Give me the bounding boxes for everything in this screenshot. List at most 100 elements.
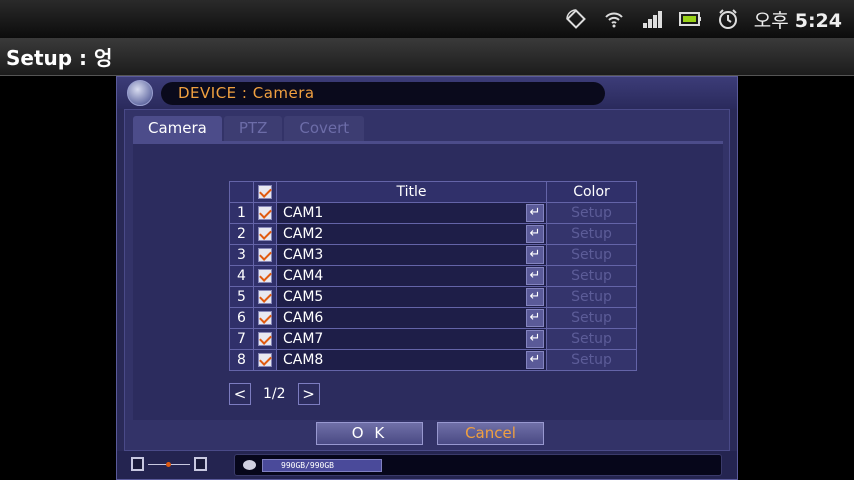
- row-checkbox[interactable]: [258, 269, 272, 283]
- select-all-checkbox[interactable]: [258, 185, 272, 199]
- network-line-icon: [148, 461, 190, 467]
- color-setup-button[interactable]: Setup: [546, 349, 637, 371]
- row-checkbox[interactable]: [258, 290, 272, 304]
- camera-title: CAM4: [283, 268, 324, 284]
- row-checkbox-cell[interactable]: [253, 202, 277, 224]
- row-checkbox[interactable]: [258, 332, 272, 346]
- table-row: 6 CAM6 ↵ Setup: [229, 307, 637, 329]
- enter-icon[interactable]: ↵: [526, 246, 544, 264]
- table-row: 7 CAM7 ↵ Setup: [229, 328, 637, 350]
- camera-title: CAM7: [283, 331, 324, 347]
- table-row: 5 CAM5 ↵ Setup: [229, 286, 637, 308]
- alarm-icon: [716, 7, 740, 31]
- row-checkbox[interactable]: [258, 227, 272, 241]
- color-setup-button[interactable]: Setup: [546, 202, 637, 224]
- row-checkbox[interactable]: [258, 353, 272, 367]
- color-setup-button[interactable]: Setup: [546, 307, 637, 329]
- enter-icon[interactable]: ↵: [526, 204, 544, 222]
- next-page-button[interactable]: >: [297, 383, 320, 405]
- tab-camera[interactable]: Camera: [133, 116, 222, 141]
- dvr-footer: 990GB/990GB: [117, 451, 737, 479]
- header-number: [229, 181, 254, 203]
- status-clock: 오후 5:24: [753, 9, 842, 32]
- hdd-icon: [243, 460, 256, 470]
- prev-page-button[interactable]: <: [229, 383, 251, 405]
- camera-title: CAM5: [283, 289, 324, 305]
- camera-title: CAM3: [283, 247, 324, 263]
- color-setup-button[interactable]: Setup: [546, 328, 637, 350]
- row-number: 6: [229, 307, 254, 329]
- table-row: 3 CAM3 ↵ Setup: [229, 244, 637, 266]
- row-checkbox-cell[interactable]: [253, 349, 277, 371]
- page-indicator: 1/2: [263, 386, 286, 402]
- camera-title-field[interactable]: CAM8 ↵: [276, 349, 547, 371]
- tab-ptz[interactable]: PTZ: [223, 116, 283, 141]
- header-title: Title: [276, 181, 547, 203]
- enter-icon[interactable]: ↵: [526, 309, 544, 327]
- tab-covert[interactable]: Covert: [284, 116, 365, 141]
- row-checkbox-cell[interactable]: [253, 223, 277, 245]
- ok-button[interactable]: O K: [316, 422, 423, 445]
- row-checkbox[interactable]: [258, 311, 272, 325]
- tab-content: Title Color 1 CAM1 ↵ Setup 2 CAM2 ↵ Setup 3 CAM3 ↵…: [133, 144, 723, 420]
- pager: < 1/2 >: [229, 383, 320, 405]
- tab-bar: Camera PTZ Covert: [133, 116, 365, 141]
- color-setup-button[interactable]: Setup: [546, 265, 637, 287]
- row-number: 2: [229, 223, 254, 245]
- row-checkbox[interactable]: [258, 248, 272, 262]
- row-checkbox[interactable]: [258, 206, 272, 220]
- row-number: 7: [229, 328, 254, 350]
- table-row: 4 CAM4 ↵ Setup: [229, 265, 637, 287]
- camera-title-field[interactable]: CAM3 ↵: [276, 244, 547, 266]
- enter-icon[interactable]: ↵: [526, 288, 544, 306]
- camera-title-field[interactable]: CAM5 ↵: [276, 286, 547, 308]
- header-select-all[interactable]: [253, 181, 277, 203]
- table-row: 2 CAM2 ↵ Setup: [229, 223, 637, 245]
- table-header-row: Title Color: [229, 181, 637, 203]
- computer-icon: [194, 457, 207, 471]
- dvr-title: DEVICE : Camera: [161, 82, 605, 105]
- globe-icon: [127, 80, 153, 106]
- camera-title-field[interactable]: CAM4 ↵: [276, 265, 547, 287]
- row-number: 1: [229, 202, 254, 224]
- enter-icon[interactable]: ↵: [526, 351, 544, 369]
- camera-title: CAM8: [283, 352, 324, 368]
- camera-table: Title Color 1 CAM1 ↵ Setup 2 CAM2 ↵ Setup 3 CAM3 ↵…: [229, 181, 637, 371]
- camera-title: CAM6: [283, 310, 324, 326]
- cancel-button[interactable]: Cancel: [437, 422, 544, 445]
- status-bar: 오후 5:24: [0, 0, 854, 38]
- row-number: 8: [229, 349, 254, 371]
- camera-title-field[interactable]: CAM6 ↵: [276, 307, 547, 329]
- network-status: [131, 457, 207, 471]
- app-title: Setup : 엉: [0, 38, 854, 76]
- row-checkbox-cell[interactable]: [253, 244, 277, 266]
- hdd-capacity-bar: 990GB/990GB: [262, 459, 382, 472]
- color-setup-button[interactable]: Setup: [546, 286, 637, 308]
- camera-title-field[interactable]: CAM2 ↵: [276, 223, 547, 245]
- table-row: 1 CAM1 ↵ Setup: [229, 202, 637, 224]
- row-number: 4: [229, 265, 254, 287]
- rotate-icon: [564, 7, 588, 31]
- enter-icon[interactable]: ↵: [526, 225, 544, 243]
- camera-title: CAM2: [283, 226, 324, 242]
- row-checkbox-cell[interactable]: [253, 328, 277, 350]
- color-setup-button[interactable]: Setup: [546, 223, 637, 245]
- color-setup-button[interactable]: Setup: [546, 244, 637, 266]
- camera-title-field[interactable]: CAM7 ↵: [276, 328, 547, 350]
- row-checkbox-cell[interactable]: [253, 307, 277, 329]
- enter-icon[interactable]: ↵: [526, 330, 544, 348]
- dvr-window: DEVICE : Camera Camera PTZ Covert Title …: [116, 76, 738, 480]
- row-number: 3: [229, 244, 254, 266]
- table-row: 8 CAM8 ↵ Setup: [229, 349, 637, 371]
- dvr-header: DEVICE : Camera: [117, 77, 737, 109]
- camera-title: CAM1: [283, 205, 324, 221]
- row-checkbox-cell[interactable]: [253, 286, 277, 308]
- enter-icon[interactable]: ↵: [526, 267, 544, 285]
- hdd-status: 990GB/990GB: [234, 454, 722, 476]
- header-color: Color: [546, 181, 637, 203]
- wifi-icon: [602, 7, 626, 31]
- computer-icon: [131, 457, 144, 471]
- row-checkbox-cell[interactable]: [253, 265, 277, 287]
- battery-icon: [678, 7, 702, 31]
- camera-title-field[interactable]: CAM1 ↵: [276, 202, 547, 224]
